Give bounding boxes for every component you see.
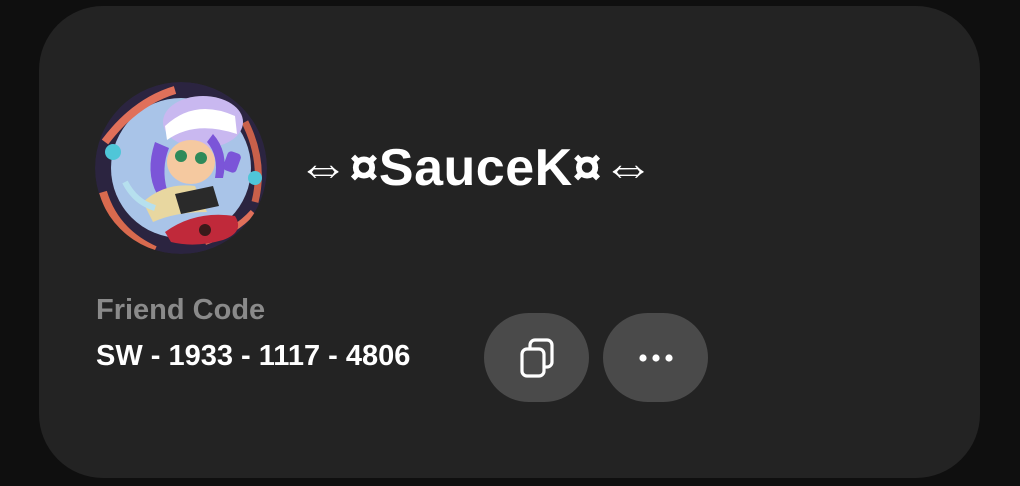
copy-friend-code-button[interactable] [484,313,589,402]
friend-code-label: Friend Code [96,294,266,326]
username: ⇔¤SauceK¤⇔ [297,139,655,197]
more-options-button[interactable] [603,313,708,402]
profile-card: ⇔¤SauceK¤⇔ Friend Code SW - 1933 - 1117 … [39,6,980,478]
copy-icon [519,337,554,378]
more-options-icon [638,353,673,362]
friend-code-value: SW - 1933 - 1117 - 4806 [96,340,411,372]
squid-character-avatar-icon [95,82,267,254]
avatar[interactable] [95,82,267,254]
